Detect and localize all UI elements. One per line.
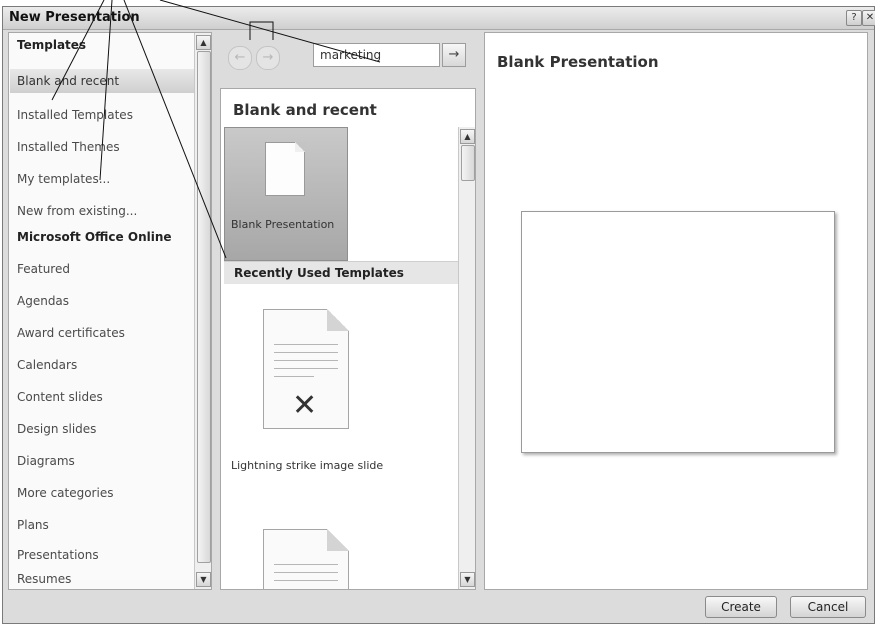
callout-line: [123, 0, 227, 259]
callout-line: [99, 0, 113, 181]
callout-lines: [51, 0, 381, 259]
callout-line: [159, 0, 381, 63]
callout-line: [51, 0, 105, 101]
